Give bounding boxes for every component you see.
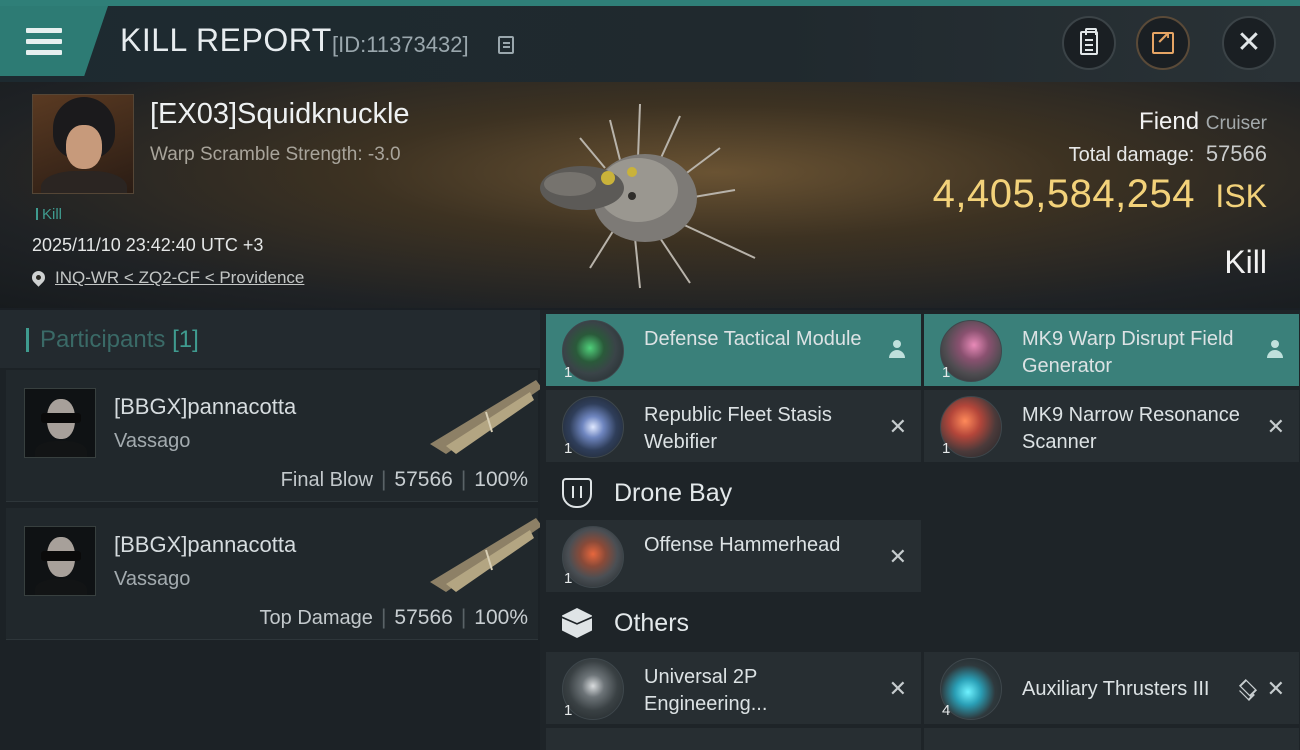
item-card[interactable]: 1 Offense Hammerhead ✕: [546, 520, 921, 592]
ship-class: Cruiser: [1205, 113, 1267, 134]
victim-portrait[interactable]: [32, 94, 134, 194]
item-card-partial[interactable]: [924, 728, 1299, 750]
drone-bay-icon: [562, 478, 592, 508]
item-card-partial[interactable]: [546, 728, 921, 750]
participant-damage: 57566: [394, 606, 453, 629]
person-icon[interactable]: [1267, 340, 1283, 358]
close-icon: ✕: [1236, 26, 1262, 59]
participant-ship: Vassago: [114, 568, 191, 590]
close-icon[interactable]: ✕: [889, 544, 907, 570]
participants-count: [1]: [172, 326, 199, 353]
item-quantity: 1: [564, 364, 573, 381]
participant-role: Final Blow: [280, 469, 373, 491]
total-damage-label: Total damage:: [1068, 144, 1195, 166]
item-name: MK9 Warp Disrupt Field Generator: [1022, 328, 1234, 377]
clipboard-button[interactable]: [1062, 16, 1116, 70]
participant-percent: 100%: [474, 468, 528, 491]
total-damage: Total damage: 57566: [1069, 141, 1267, 167]
victim-ship-image: [540, 103, 756, 289]
item-quantity: 1: [942, 440, 951, 457]
hamburger-menu-icon: [26, 28, 62, 56]
close-icon[interactable]: ✕: [889, 676, 907, 702]
close-button[interactable]: ✕: [1222, 16, 1276, 70]
item-name: Republic Fleet Stasis Webifier: [644, 404, 832, 453]
participant-ship-image: [430, 380, 542, 454]
item-quantity: 1: [564, 440, 573, 457]
participant-stats: Top Damage | 57566 | 100%: [259, 606, 528, 629]
participants-title: Participants [1]: [40, 326, 199, 354]
participant-damage: 57566: [394, 468, 453, 491]
items-panel: 1 Defense Tactical Module 1 MK9 Warp Dis…: [540, 310, 1300, 750]
participant-stats: Final Blow | 57566 | 100%: [280, 468, 528, 491]
victim-name[interactable]: [EX03]Squidknuckle: [150, 98, 410, 131]
kill-location[interactable]: INQ-WR < ZQ2-CF < Providence: [29, 268, 304, 288]
participant-avatar[interactable]: [24, 526, 96, 596]
item-name: Auxiliary Thrusters III: [1022, 678, 1210, 700]
header-accent-line: [0, 0, 1300, 6]
item-card[interactable]: 1 MK9 Warp Disrupt Field Generator: [924, 314, 1299, 386]
others-box-icon: [562, 608, 592, 638]
participant-name: [BBGX]pannacotta: [114, 532, 297, 557]
item-quantity: 1: [564, 570, 573, 587]
person-icon[interactable]: [889, 340, 905, 358]
participants-panel: Participants [1] [BBGX]pannacotta Vassag…: [0, 310, 542, 750]
participant-role: Top Damage: [259, 607, 373, 629]
participant-row[interactable]: [BBGX]pannacotta Vassago Final Blow | 5756…: [6, 370, 542, 502]
item-card[interactable]: 1 Republic Fleet Stasis Webifier ✕: [546, 390, 921, 462]
participants-header: Participants [1]: [0, 310, 540, 368]
close-icon[interactable]: ✕: [1267, 414, 1285, 440]
drone-bay-section: Drone Bay: [540, 466, 1300, 522]
share-button[interactable]: [1136, 16, 1190, 70]
ship-name: Fiend: [1139, 108, 1200, 135]
menu-button[interactable]: [0, 6, 108, 76]
page-title: KILL REPORT: [120, 22, 332, 58]
item-name: MK9 Narrow Resonance Scanner: [1022, 404, 1240, 453]
item-quantity: 4: [942, 702, 951, 719]
copy-id-icon[interactable]: [498, 36, 514, 54]
others-section: Others: [540, 596, 1300, 652]
share-icon: [1152, 28, 1174, 54]
kill-timestamp: 2025/11/10 23:42:40 UTC +3: [32, 235, 264, 255]
item-quantity: 1: [564, 702, 573, 719]
victim-ship: Fiend Cruiser: [1139, 108, 1267, 136]
drone-bay-label: Drone Bay: [614, 479, 733, 507]
others-label: Others: [614, 609, 690, 637]
header-bar: KILL REPORT [ID:11373432] ✕: [0, 0, 1300, 82]
close-icon[interactable]: ✕: [1267, 676, 1285, 702]
item-name: Universal 2P Engineering...: [644, 666, 768, 715]
warp-scramble-strength: Warp Scramble Strength: -3.0: [150, 144, 401, 165]
item-name: Defense Tactical Module: [644, 328, 862, 350]
item-card[interactable]: 1 Defense Tactical Module: [546, 314, 921, 386]
participant-percent: 100%: [474, 606, 528, 629]
item-card[interactable]: 1 MK9 Narrow Resonance Scanner ✕: [924, 390, 1299, 462]
participant-name: [BBGX]pannacotta: [114, 394, 297, 419]
close-icon[interactable]: ✕: [889, 414, 907, 440]
isk-value: 4,405,584,254 ISK: [933, 172, 1267, 217]
total-damage-value: 57566: [1205, 141, 1267, 166]
participant-ship: Vassago: [114, 430, 191, 452]
report-id: [ID:11373432]: [332, 32, 469, 57]
item-card[interactable]: 1 Universal 2P Engineering... ✕: [546, 652, 921, 724]
participant-row[interactable]: [BBGX]pannacotta Vassago Top Damage | 5756…: [6, 508, 542, 640]
participants-label: Participants: [40, 326, 166, 353]
item-quantity: 1: [942, 364, 951, 381]
location-link[interactable]: INQ-WR < ZQ2-CF < Providence: [55, 268, 304, 287]
participant-ship-image: [430, 518, 542, 592]
kill-tag: Kill: [36, 206, 62, 223]
item-name: Offense Hammerhead: [644, 534, 841, 556]
isk-amount: 4,405,584,254: [932, 172, 1195, 216]
clipboard-icon: [1080, 28, 1098, 55]
stack-icon[interactable]: [1237, 678, 1257, 698]
item-card[interactable]: 4 Auxiliary Thrusters III ✕: [924, 652, 1299, 724]
location-pin-icon: [29, 268, 48, 287]
result-label: Kill: [1224, 244, 1267, 280]
isk-unit: ISK: [1215, 178, 1267, 214]
participant-avatar[interactable]: [24, 388, 96, 458]
